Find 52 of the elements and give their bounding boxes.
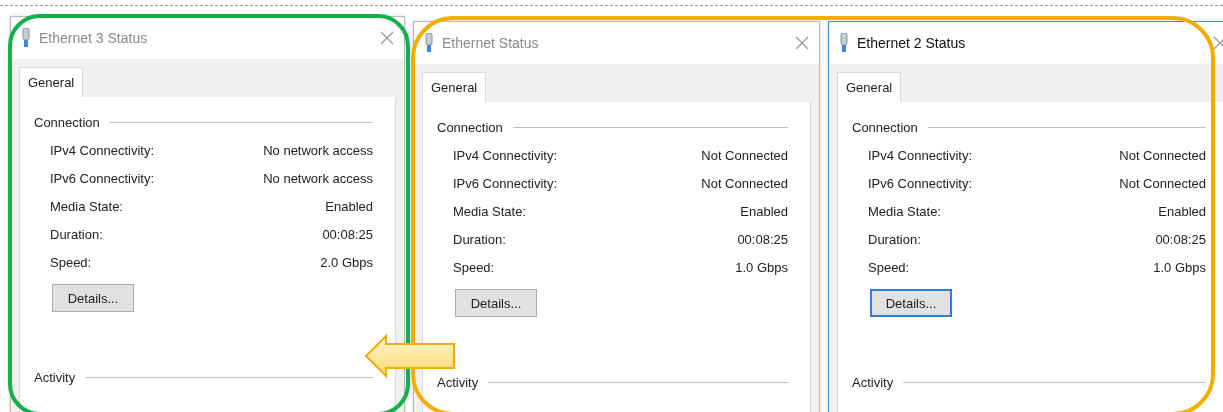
- field-value: Enabled: [325, 198, 373, 214]
- field-label: Media State:: [453, 203, 526, 219]
- field-label: Media State:: [50, 198, 123, 214]
- field-label: IPv4 Connectivity:: [50, 142, 155, 158]
- field-label: Duration:: [50, 226, 103, 242]
- section-heading: Connection: [852, 120, 918, 135]
- general-tab[interactable]: General: [422, 72, 487, 102]
- details-button[interactable]: Details...: [455, 289, 537, 317]
- field-value: 00:08:25: [322, 226, 373, 242]
- field-label: IPv4 Connectivity:: [868, 147, 973, 163]
- field-value: Enabled: [740, 203, 788, 219]
- close-icon[interactable]: [1213, 36, 1223, 50]
- field-label: Speed:: [868, 259, 910, 275]
- section-heading: Connection: [34, 115, 100, 130]
- field-value: Not Connected: [701, 175, 788, 191]
- section-heading: Activity: [34, 370, 76, 385]
- section-heading: Activity: [852, 375, 894, 390]
- section-heading: Activity: [437, 375, 479, 390]
- window-title: Ethernet 3 Status: [39, 30, 149, 46]
- network-plug-icon: [424, 33, 434, 53]
- close-icon[interactable]: [380, 31, 394, 45]
- field-value: 00:08:25: [737, 231, 788, 247]
- field-value: No network access: [263, 170, 373, 186]
- field-label: Speed:: [453, 259, 495, 275]
- field-label: IPv6 Connectivity:: [453, 175, 558, 191]
- window-title: Ethernet Status: [442, 35, 540, 51]
- window-title: Ethernet 2 Status: [857, 35, 967, 51]
- general-tab[interactable]: General: [837, 72, 902, 102]
- field-label: Duration:: [868, 231, 921, 247]
- network-plug-icon: [839, 33, 849, 53]
- field-label: IPv6 Connectivity:: [868, 175, 973, 191]
- field-value: 1.0 Gbps: [735, 259, 788, 275]
- field-value: Enabled: [1158, 203, 1206, 219]
- field-value: Not Connected: [1119, 175, 1206, 191]
- field-value: 2.0 Gbps: [320, 254, 373, 270]
- field-value: 1.0 Gbps: [1153, 259, 1206, 275]
- field-label: Media State:: [868, 203, 941, 219]
- field-label: Duration:: [453, 231, 506, 247]
- network-plug-icon: [21, 28, 31, 48]
- field-value: Not Connected: [701, 147, 788, 163]
- section-heading: Connection: [437, 120, 503, 135]
- field-label: IPv6 Connectivity:: [50, 170, 155, 186]
- field-label: Speed:: [50, 254, 92, 270]
- general-tab[interactable]: General: [19, 67, 84, 97]
- field-value: No network access: [263, 142, 373, 158]
- field-value: Not Connected: [1119, 147, 1206, 163]
- close-icon[interactable]: [795, 36, 809, 50]
- details-button[interactable]: Details...: [52, 284, 134, 312]
- field-value: 00:08:25: [1155, 231, 1206, 247]
- details-button[interactable]: Details...: [870, 289, 952, 317]
- field-label: IPv4 Connectivity:: [453, 147, 558, 163]
- left-arrow-icon: [364, 333, 455, 379]
